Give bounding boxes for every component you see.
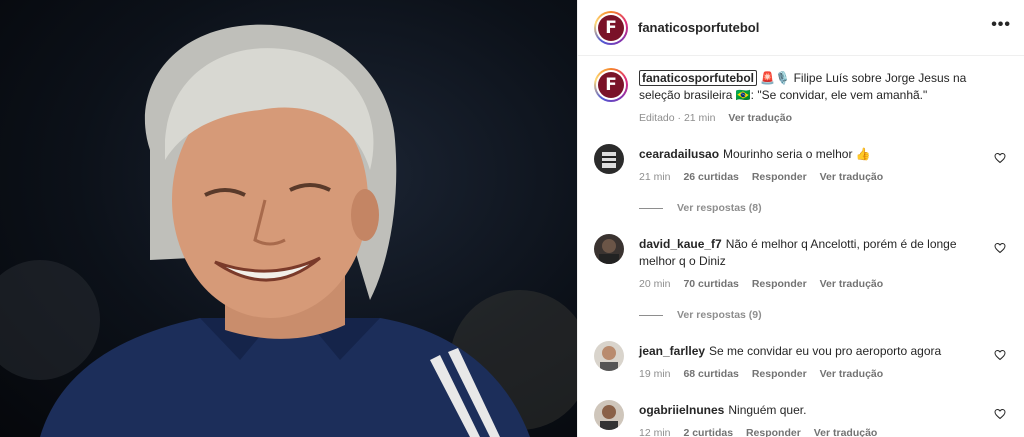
post-photo bbox=[0, 0, 577, 437]
caption-avatar[interactable]: F bbox=[594, 68, 628, 102]
heart-icon[interactable] bbox=[994, 408, 1006, 420]
comment-text: Se me convidar eu vou pro aeroporto agor… bbox=[709, 344, 942, 358]
comment-time: 19 min bbox=[639, 368, 671, 380]
comment-time: 20 min bbox=[639, 278, 671, 290]
translate-link[interactable]: Ver tradução bbox=[820, 368, 884, 380]
comment-time: 12 min bbox=[639, 427, 671, 437]
reply-button[interactable]: Responder bbox=[752, 171, 807, 183]
caption-translate-link[interactable]: Ver tradução bbox=[728, 112, 792, 124]
more-options-icon[interactable]: ••• bbox=[991, 16, 1011, 34]
comment-avatar[interactable] bbox=[594, 144, 624, 174]
comment-likes[interactable]: 68 curtidas bbox=[683, 368, 738, 380]
caption-edited: Editado · 21 min bbox=[639, 112, 716, 124]
comment-username[interactable]: david_kaue_f7 bbox=[639, 237, 722, 251]
translate-link[interactable]: Ver tradução bbox=[820, 171, 884, 183]
heart-icon[interactable] bbox=[994, 349, 1006, 361]
view-replies-button[interactable]: Ver respostas (8) bbox=[639, 200, 994, 217]
reply-button[interactable]: Responder bbox=[752, 278, 807, 290]
comment-avatar[interactable] bbox=[594, 400, 624, 430]
heart-icon[interactable] bbox=[994, 152, 1006, 164]
view-replies-label: Ver respostas (9) bbox=[677, 309, 762, 321]
comment-likes[interactable]: 2 curtidas bbox=[683, 427, 733, 437]
profile-avatar[interactable]: F bbox=[594, 11, 628, 45]
translate-link[interactable]: Ver tradução bbox=[814, 427, 878, 437]
caption-username[interactable]: fanaticosporfutebol bbox=[639, 70, 758, 86]
comment-time: 21 min bbox=[639, 171, 671, 183]
comment-likes[interactable]: 70 curtidas bbox=[683, 278, 738, 290]
person-photo-illustration bbox=[0, 24, 577, 437]
post-side-panel: F fanaticosporfutebol ••• F fanaticospor… bbox=[577, 0, 1024, 437]
view-replies-label: Ver respostas (8) bbox=[677, 202, 762, 214]
comment-likes[interactable]: 26 curtidas bbox=[683, 171, 738, 183]
logo-letter: F bbox=[605, 18, 617, 38]
comment-username[interactable]: ogabriielnunes bbox=[639, 403, 724, 417]
view-replies-button[interactable]: Ver respostas (9) bbox=[639, 307, 994, 324]
comment-text: Mourinho seria o melhor 👍 bbox=[723, 147, 871, 161]
comment-avatar[interactable] bbox=[594, 341, 624, 371]
comment-text: Ninguém quer. bbox=[728, 403, 807, 417]
reply-button[interactable]: Responder bbox=[752, 368, 807, 380]
comment-avatar[interactable] bbox=[594, 234, 624, 264]
comment-username[interactable]: jean_farlley bbox=[639, 344, 705, 358]
reply-button[interactable]: Responder bbox=[746, 427, 801, 437]
post-header: F fanaticosporfutebol ••• bbox=[578, 0, 1024, 56]
translate-link[interactable]: Ver tradução bbox=[820, 278, 884, 290]
post-username[interactable]: fanaticosporfutebol bbox=[638, 20, 759, 35]
comment-username[interactable]: cearadailusao bbox=[639, 147, 719, 161]
logo-letter: F bbox=[605, 75, 617, 95]
heart-icon[interactable] bbox=[994, 242, 1006, 254]
